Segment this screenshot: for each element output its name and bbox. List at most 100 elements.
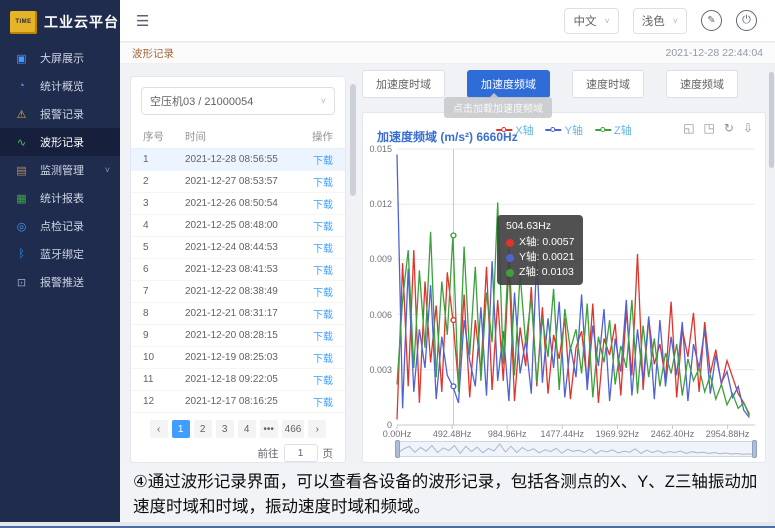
download-icon[interactable]: ⇩ [743,122,753,134]
table-row[interactable]: 62021-12-23 08:41:53下载 [131,259,345,281]
page-button-466[interactable]: 466 [282,420,305,438]
download-link[interactable]: 下载 [313,310,333,321]
col-header-no: 序号 [143,129,185,144]
download-link[interactable]: 下载 [313,354,333,365]
alarm-icon: ⚠ [15,108,28,121]
restore-box-icon[interactable]: ◳ [704,122,715,134]
sidebar-item-统计报表[interactable]: ▦统计报表 [0,184,120,212]
x-tick-label: 0.00Hz [383,429,412,439]
download-link[interactable]: 下载 [313,178,333,189]
page-scrollbar-thumb[interactable] [769,72,774,168]
tab-加速度频域[interactable]: 加速度频域 [467,70,550,98]
chart-plot-area[interactable]: 00.0030.0060.0090.0120.015 0.00Hz492.48H… [397,149,755,425]
legend-marker-circle [600,127,605,132]
sidebar: TIME 工业云平台 ▣大屏展示◔统计概览⚠报警记录∿波形记录▤监测管理˅▦统计… [0,0,120,522]
row-time: 2021-12-18 09:22:05 [185,374,305,385]
monitor-icon: ▣ [15,52,28,65]
row-no: 4 [143,220,185,231]
page-scrollbar [768,64,775,522]
datazoom-left-handle[interactable] [395,440,400,458]
row-action: 下载 [305,328,333,343]
theme-select[interactable]: 浅色 ˅ [633,8,687,34]
tab-速度频域[interactable]: 速度频域 [666,70,738,98]
chart-legend: X轴 Y轴 Z轴 [496,122,631,138]
download-link[interactable]: 下载 [313,376,333,387]
goto-page-input[interactable] [284,444,318,462]
download-link[interactable]: 下载 [313,288,333,299]
monitor-manage-icon: ▤ [15,164,28,177]
collapse-menu-icon[interactable]: ☰ [136,12,149,30]
inner-scrollbar-thumb[interactable] [350,84,356,196]
tab-速度时域[interactable]: 速度时域 [572,70,644,98]
breadcrumb[interactable]: 波形记录 [132,46,174,61]
row-no: 12 [143,396,185,407]
download-link[interactable]: 下载 [313,244,333,255]
sidebar-item-报警推送[interactable]: ⊡报警推送 [0,268,120,296]
refresh-icon[interactable]: ↻ [724,122,734,134]
next-page-button[interactable]: › [308,420,326,438]
tab-tooltip: 点击加载加速度频域 [444,97,552,118]
legend-item-X轴[interactable]: X轴 [496,122,533,138]
topbar: ☰ 中文 ˅ 浅色 ˅ ✎ ⏻︎ [120,0,775,42]
page-button-1[interactable]: 1 [172,420,190,438]
record-list-card: 空压机03 / 21000054 ˅ 序号 时间 操作 12021-12-28 … [130,76,346,463]
datazoom-slider[interactable] [397,441,755,457]
sidebar-item-监测管理[interactable]: ▤监测管理˅ [0,156,120,184]
page-button-4[interactable]: 4 [238,420,256,438]
table-row[interactable]: 112021-12-18 09:22:05下载 [131,369,345,391]
download-link[interactable]: 下载 [313,398,333,409]
page-button-3[interactable]: 3 [216,420,234,438]
download-link[interactable]: 下载 [313,266,333,277]
download-link[interactable]: 下载 [313,332,333,343]
table-row[interactable]: 52021-12-24 08:44:53下载 [131,237,345,259]
x-tick-label: 2954.88Hz [706,429,750,439]
legend-label: Z轴 [614,122,632,138]
logout-power-icon[interactable]: ⏻︎ [736,10,757,31]
legend-marker-icon [595,129,611,131]
row-time: 2021-12-28 08:56:55 [185,154,305,165]
sidebar-item-波形记录[interactable]: ∿波形记录 [0,128,120,156]
prev-page-button[interactable]: ‹ [150,420,168,438]
table-row[interactable]: 122021-12-17 08:16:25下载 [131,391,345,413]
sidebar-item-label: 蓝牙绑定 [40,246,84,262]
row-action: 下载 [305,152,333,167]
datazoom-right-handle[interactable] [752,440,757,458]
table-row[interactable]: 32021-12-26 08:50:54下载 [131,193,345,215]
row-action: 下载 [305,174,333,189]
table-row[interactable]: 102021-12-19 08:25:03下载 [131,347,345,369]
legend-marker-icon [546,129,562,131]
pagination-goto: 前往 页 [131,438,345,462]
row-action: 下载 [305,394,333,409]
table-row[interactable]: 72021-12-22 08:38:49下载 [131,281,345,303]
language-select[interactable]: 中文 ˅ [564,8,618,34]
device-select[interactable]: 空压机03 / 21000054 ˅ [141,87,335,115]
row-time: 2021-12-22 08:38:49 [185,286,305,297]
table-row[interactable]: 92021-12-20 08:28:15 下载 [131,325,345,347]
sidebar-item-点检记录[interactable]: ◎点检记录 [0,212,120,240]
sidebar-item-蓝牙绑定[interactable]: ᛒ蓝牙绑定 [0,240,120,268]
download-link[interactable]: 下载 [313,200,333,211]
table-row[interactable]: 12021-12-28 08:56:55下载 [131,149,345,171]
table-row[interactable]: 82021-12-21 08:31:17下载 [131,303,345,325]
topbar-right: 中文 ˅ 浅色 ˅ ✎ ⏻︎ [564,8,775,34]
sidebar-item-label: 报警记录 [40,106,84,122]
sidebar-item-报警记录[interactable]: ⚠ 报警记录 [0,100,120,128]
sidebar-item-统计概览[interactable]: ◔统计概览 [0,72,120,100]
row-time: 2021-12-23 08:41:53 [185,264,305,275]
tab-加速度时域[interactable]: 加速度时域 [362,70,445,98]
download-link[interactable]: 下载 [313,156,333,167]
row-action: 下载 [305,350,333,365]
row-no: 9 [143,330,185,341]
table-row[interactable]: 22021-12-27 08:53:57下载 [131,171,345,193]
row-time: 2021-12-20 08:28:15 [185,330,305,341]
legend-item-Z轴[interactable]: Z轴 [595,122,632,138]
legend-item-Y轴[interactable]: Y轴 [546,122,583,138]
zoom-box-icon[interactable]: ◱ [683,122,694,134]
page-button-2[interactable]: 2 [194,420,212,438]
alarm-push-icon: ⊡ [15,276,28,289]
table-row[interactable]: 42021-12-25 08:48:00下载 [131,215,345,237]
download-link[interactable]: 下载 [313,222,333,233]
sidebar-item-大屏展示[interactable]: ▣大屏展示 [0,44,120,72]
chart-toolbox: ◱ ◳ ↻ ⇩ [683,122,753,134]
edit-profile-icon[interactable]: ✎ [701,10,722,31]
